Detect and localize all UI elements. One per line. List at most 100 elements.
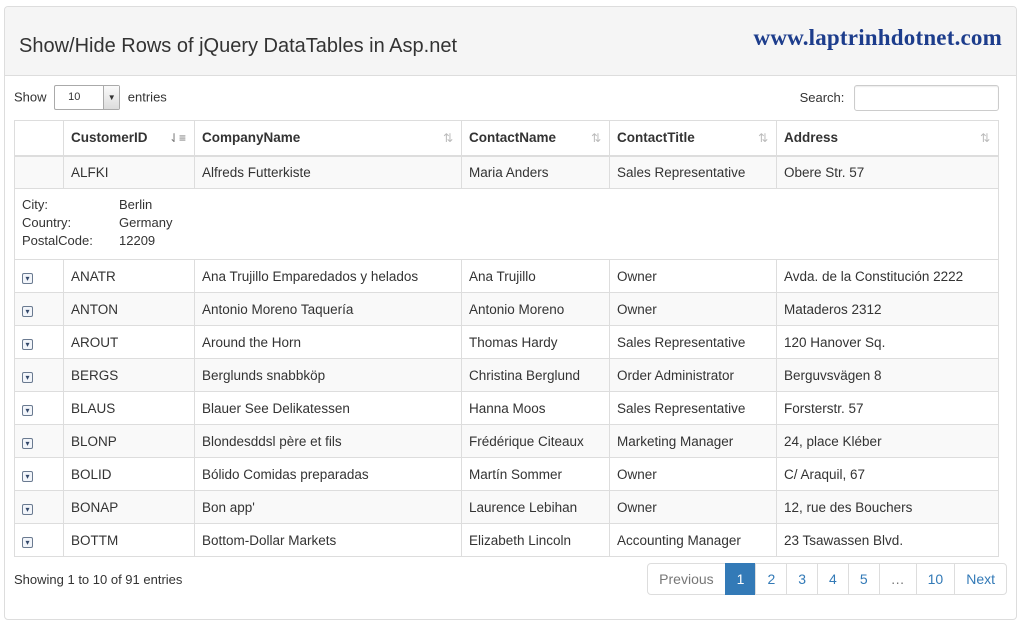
table-row[interactable]: ▾ ANTON Antonio Moreno Taquería Antonio Mor… bbox=[14, 292, 999, 326]
sort-both-icon: ⇅ bbox=[442, 131, 453, 145]
expand-row-icon[interactable]: ▾ bbox=[22, 470, 33, 482]
table-body: ALFKI Alfreds Futterkiste Maria Anders S… bbox=[14, 155, 999, 557]
cell-contactname: Christina Berglund bbox=[461, 358, 610, 392]
row-toggle-cell[interactable]: ▾ bbox=[14, 523, 64, 557]
expand-row-icon[interactable]: ▾ bbox=[22, 305, 33, 317]
sort-both-icon: ⇅ bbox=[757, 131, 768, 145]
pagination-ellipsis: … bbox=[878, 563, 917, 595]
expand-row-icon[interactable]: ▾ bbox=[22, 503, 33, 515]
row-toggle-cell[interactable] bbox=[14, 155, 64, 189]
table-row[interactable]: ▾ BONAP Bon app' Laurence Lebihan Owner 12, r… bbox=[14, 490, 999, 524]
sort-both-icon: ⇅ bbox=[979, 131, 990, 145]
sort-asc-icon: ⇃≡ bbox=[168, 131, 186, 145]
cell-contacttitle: Sales Representative bbox=[609, 155, 777, 189]
cell-contacttitle: Accounting Manager bbox=[609, 523, 777, 557]
cell-customerid: BOLID bbox=[63, 457, 195, 491]
sort-both-icon: ⇅ bbox=[590, 131, 601, 145]
expand-row-icon[interactable]: ▾ bbox=[22, 404, 33, 416]
expand-row-icon[interactable]: ▾ bbox=[22, 437, 33, 449]
row-toggle-cell[interactable]: ▾ bbox=[14, 358, 64, 392]
cell-customerid: BLONP bbox=[63, 424, 195, 458]
expand-row-icon[interactable]: ▾ bbox=[22, 536, 33, 548]
column-header-contactname[interactable]: ContactName ⇅ bbox=[461, 120, 610, 157]
cell-contactname: Elizabeth Lincoln bbox=[461, 523, 610, 557]
cell-contactname: Frédérique Citeaux bbox=[461, 424, 610, 458]
pagination-page-2[interactable]: 2 bbox=[755, 563, 788, 595]
cell-address: 12, rue des Bouchers bbox=[776, 490, 999, 524]
page-title: Show/Hide Rows of jQuery DataTables in A… bbox=[19, 35, 457, 57]
cell-customerid: BOTTM bbox=[63, 523, 195, 557]
row-toggle-cell[interactable]: ▾ bbox=[14, 457, 64, 491]
table-row-expanded[interactable]: ALFKI Alfreds Futterkiste Maria Anders S… bbox=[14, 155, 999, 189]
detail-key-city: City: bbox=[22, 197, 119, 215]
column-header-address[interactable]: Address ⇅ bbox=[776, 120, 999, 157]
expand-row-icon[interactable]: ▾ bbox=[22, 371, 33, 383]
expand-row-icon[interactable]: ▾ bbox=[22, 272, 33, 284]
row-toggle-cell[interactable]: ▾ bbox=[14, 259, 64, 293]
cell-address: Berguvsvägen 8 bbox=[776, 358, 999, 392]
table-row[interactable]: ▾ BLAUS Blauer See Delikatessen Hanna Moos S… bbox=[14, 391, 999, 425]
length-control: Show 10 ▼ entries bbox=[14, 84, 167, 111]
table-row[interactable]: ▾ BOLID Bólido Comidas preparadas Martín So… bbox=[14, 457, 999, 491]
expand-row-icon[interactable]: ▾ bbox=[22, 338, 33, 350]
column-header-customerid[interactable]: CustomerID ⇃≡ bbox=[63, 120, 195, 157]
pagination-page-4[interactable]: 4 bbox=[817, 563, 849, 595]
cell-address: Obere Str. 57 bbox=[776, 155, 999, 189]
table-row[interactable]: ▾ BOTTM Bottom-Dollar Markets Elizabeth Lin… bbox=[14, 523, 999, 557]
show-label: Show bbox=[14, 89, 47, 105]
cell-contactname: Antonio Moreno bbox=[461, 292, 610, 326]
child-detail-row: City: Berlin Country: Germany PostalCode… bbox=[14, 188, 999, 260]
table-row[interactable]: ▾ BERGS Berglunds snabbköp Christina Berglu… bbox=[14, 358, 999, 392]
pagination-page-5[interactable]: 5 bbox=[847, 563, 880, 595]
cell-companyname: Bon app' bbox=[194, 490, 462, 524]
detail-key-postalcode: PostalCode: bbox=[22, 233, 119, 251]
row-toggle-cell[interactable]: ▾ bbox=[14, 391, 64, 425]
pagination-page-10[interactable]: 10 bbox=[915, 563, 956, 595]
cell-contactname: Martín Sommer bbox=[461, 457, 610, 491]
entries-select[interactable]: 10 ▼ bbox=[54, 85, 121, 111]
cell-customerid: BONAP bbox=[63, 490, 195, 524]
pagination-page-3[interactable]: 3 bbox=[786, 563, 819, 595]
column-header-contacttitle[interactable]: ContactTitle ⇅ bbox=[609, 120, 777, 157]
table-header: CustomerID ⇃≡ CompanyName ⇅ ContactName … bbox=[14, 120, 999, 157]
cell-customerid: ALFKI bbox=[63, 155, 195, 189]
detail-value-country: Germany bbox=[119, 215, 173, 233]
column-header-companyname[interactable]: CompanyName ⇅ bbox=[194, 120, 462, 157]
entries-label: entries bbox=[127, 89, 167, 105]
row-toggle-cell[interactable]: ▾ bbox=[14, 490, 64, 524]
cell-contactname: Maria Anders bbox=[461, 155, 610, 189]
cell-contactname: Thomas Hardy bbox=[461, 325, 610, 359]
child-detail-table: City: Berlin Country: Germany PostalCode… bbox=[22, 197, 173, 251]
cell-contacttitle: Owner bbox=[609, 490, 777, 524]
row-toggle-cell[interactable]: ▾ bbox=[14, 325, 64, 359]
cell-customerid: ANTON bbox=[63, 292, 195, 326]
cell-companyname: Bottom-Dollar Markets bbox=[194, 523, 462, 557]
cell-companyname: Blauer See Delikatessen bbox=[194, 391, 462, 425]
cell-contactname: Ana Trujillo bbox=[461, 259, 610, 293]
row-toggle-cell[interactable]: ▾ bbox=[14, 424, 64, 458]
search-input[interactable] bbox=[854, 84, 999, 111]
table-row[interactable]: ▾ AROUT Around the Horn Thomas Hardy Sales R… bbox=[14, 325, 999, 359]
cell-companyname: Around the Horn bbox=[194, 325, 462, 359]
cell-customerid: ANATR bbox=[63, 259, 195, 293]
table-row[interactable]: ▾ BLONP Blondesddsl père et fils Frédérique… bbox=[14, 424, 999, 458]
cell-address: 120 Hanover Sq. bbox=[776, 325, 999, 359]
pagination-page-1[interactable]: 1 bbox=[724, 563, 757, 595]
cell-companyname: Antonio Moreno Taquería bbox=[194, 292, 462, 326]
table-controls: Show 10 ▼ entries Search: bbox=[14, 84, 999, 112]
cell-contacttitle: Owner bbox=[609, 457, 777, 491]
cell-companyname: Alfreds Futterkiste bbox=[194, 155, 462, 189]
pagination-previous-button[interactable]: Previous bbox=[647, 563, 726, 595]
cell-contacttitle: Sales Representative bbox=[609, 325, 777, 359]
search-label: Search: bbox=[799, 89, 845, 105]
chevron-down-icon[interactable]: ▼ bbox=[103, 86, 120, 110]
row-toggle-cell[interactable]: ▾ bbox=[14, 292, 64, 326]
detail-key-country: Country: bbox=[22, 215, 119, 233]
cell-address: 23 Tsawassen Blvd. bbox=[776, 523, 999, 557]
brand-logo-text: www.laptrinhdotnet.com bbox=[753, 25, 1002, 50]
panel-heading: Show/Hide Rows of jQuery DataTables in A… bbox=[5, 7, 1016, 76]
cell-contacttitle: Marketing Manager bbox=[609, 424, 777, 458]
table-row[interactable]: ▾ ANATR Ana Trujillo Emparedados y helados… bbox=[14, 259, 999, 293]
pagination-next-button[interactable]: Next bbox=[954, 563, 1007, 595]
cell-address: Forsterstr. 57 bbox=[776, 391, 999, 425]
